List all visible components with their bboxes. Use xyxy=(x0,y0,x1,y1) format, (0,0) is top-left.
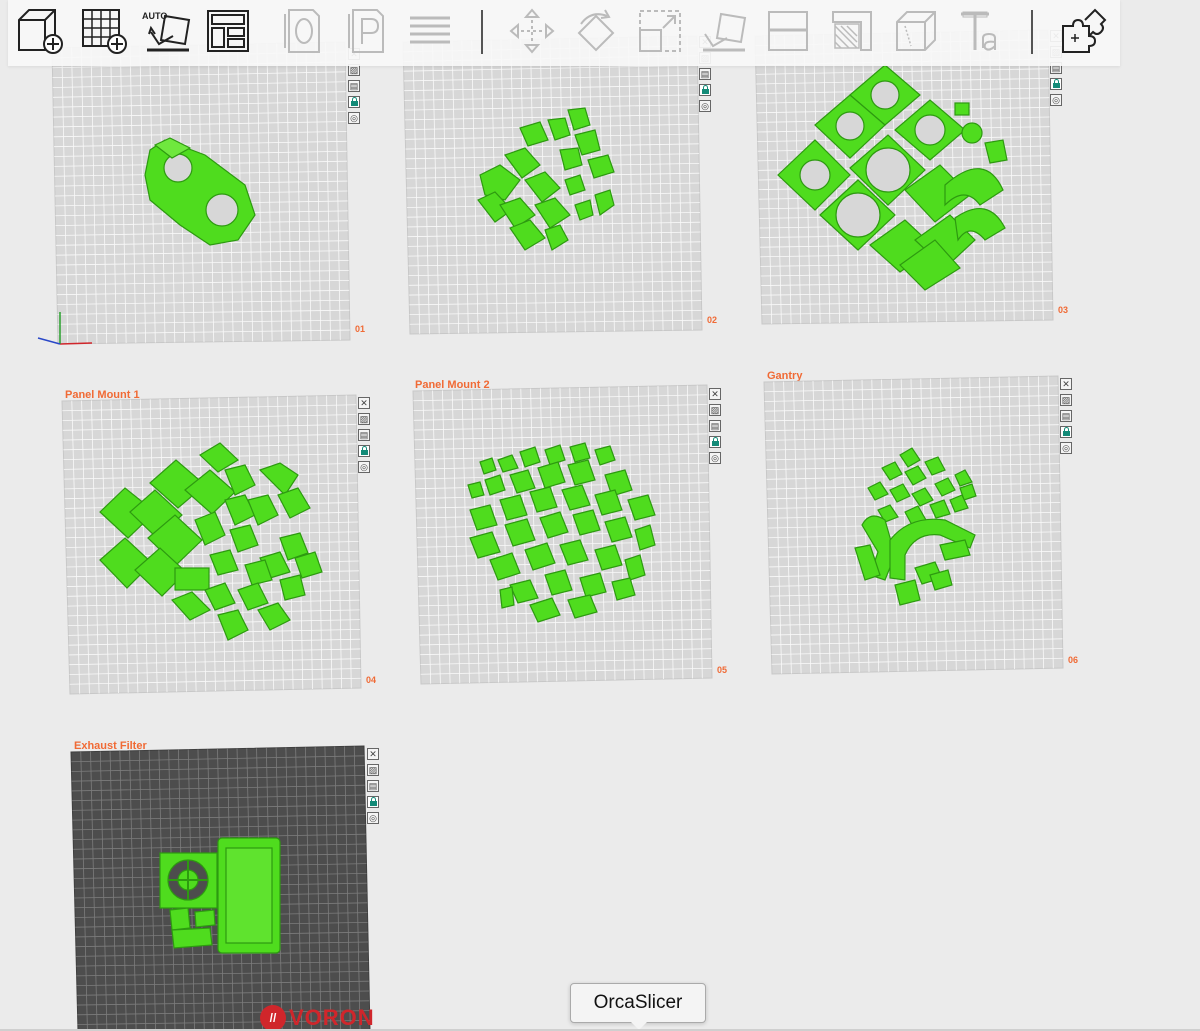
arrange-button[interactable] xyxy=(202,5,254,57)
scale-icon xyxy=(639,10,681,52)
printed-parts xyxy=(159,837,281,954)
voron-logo-icon: // xyxy=(260,1005,286,1031)
lay-on-face-button[interactable] xyxy=(698,5,750,57)
seam-paint-icon xyxy=(896,11,936,51)
auto-label: AUTO xyxy=(142,11,168,21)
rotate-icon xyxy=(577,9,615,52)
image-icon[interactable]: ▨ xyxy=(367,764,379,776)
split-objects-button[interactable] xyxy=(278,5,330,57)
cube-plus-icon xyxy=(18,9,63,54)
toolbar-separator xyxy=(1031,10,1033,54)
voron-watermark: // VORON xyxy=(260,1005,375,1031)
seam-paint-button[interactable] xyxy=(890,5,942,57)
close-icon[interactable]: ✕ xyxy=(367,748,379,760)
split-p-icon xyxy=(348,9,384,53)
move-icon xyxy=(509,8,555,54)
split-parts-button[interactable] xyxy=(342,5,394,57)
text-icon xyxy=(961,11,996,51)
target-icon[interactable]: ◎ xyxy=(348,112,360,124)
plate-icons: ✕ ▨ ▤ ◎ xyxy=(367,748,381,824)
target-icon[interactable]: ◎ xyxy=(367,812,379,824)
scale-button[interactable] xyxy=(634,5,686,57)
text-button[interactable] xyxy=(954,5,1006,57)
layers-button[interactable] xyxy=(404,5,456,57)
plate-settings-icon[interactable]: ▤ xyxy=(348,80,360,92)
voron-text: VORON xyxy=(289,1005,375,1030)
auto-orient-button[interactable]: AUTO xyxy=(142,5,194,57)
split-o-icon xyxy=(284,9,320,53)
plate-settings-icon[interactable]: ▤ xyxy=(367,780,379,792)
lock-icon[interactable] xyxy=(367,796,379,808)
add-plate-button[interactable] xyxy=(78,5,130,57)
cut-icon xyxy=(768,11,808,51)
arrange-layout-icon xyxy=(207,10,249,52)
main-toolbar: AUTO xyxy=(8,0,1120,66)
layers-icon xyxy=(410,16,450,44)
lay-on-face-icon xyxy=(703,12,747,52)
move-button[interactable] xyxy=(506,5,558,57)
lock-icon[interactable] xyxy=(348,96,360,108)
support-paint-icon xyxy=(832,11,872,51)
build-plate-bed xyxy=(70,745,371,1031)
toolbar-separator xyxy=(481,10,483,54)
grid-plus-icon xyxy=(82,9,127,54)
cut-button[interactable] xyxy=(762,5,814,57)
add-object-button[interactable] xyxy=(14,5,66,57)
assembly-button[interactable] xyxy=(1058,5,1110,57)
rotate-button[interactable] xyxy=(570,5,622,57)
app-tooltip: OrcaSlicer xyxy=(570,983,706,1030)
support-paint-button[interactable] xyxy=(826,5,878,57)
tooltip-text: OrcaSlicer xyxy=(593,992,683,1013)
puzzle-icon xyxy=(1062,8,1107,53)
